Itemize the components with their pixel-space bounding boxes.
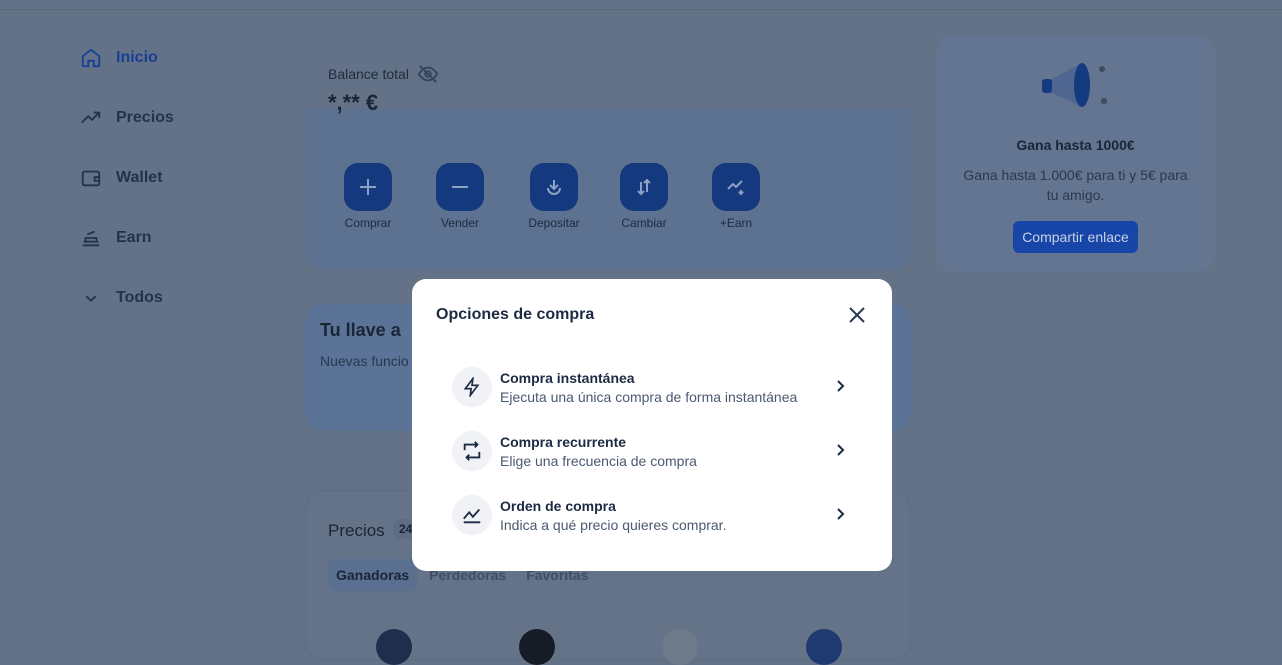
coin-icon — [806, 629, 842, 665]
chevron-down-icon — [85, 295, 97, 303]
action-label: Depositar — [528, 216, 580, 230]
option-desc: Ejecuta una única compra de forma instan… — [500, 388, 798, 405]
sidebar-item-precios[interactable]: Precios — [80, 104, 174, 132]
home-icon — [81, 48, 101, 68]
repeat-icon — [463, 441, 481, 461]
referral-title: Gana hasta 1000€ — [1016, 137, 1135, 153]
referral-text: Gana hasta 1.000€ para ti y 5€ para tu a… — [963, 167, 1188, 203]
earn-plus-icon — [727, 180, 744, 195]
option-title: Compra recurrente — [500, 433, 627, 450]
coin-icon — [519, 629, 555, 665]
option-recurring-buy[interactable]: Compra recurrente Elige una frecuencia de… — [452, 429, 852, 473]
chevron-right-icon — [837, 444, 845, 456]
coin-icon — [662, 629, 698, 665]
referral-card: Gana hasta 1000€ Gana hasta 1.000€ para … — [936, 35, 1215, 272]
action-label: Cambiar — [621, 216, 667, 230]
sidebar-item-label: Inicio — [116, 49, 158, 66]
swap-button[interactable]: Cambiar — [614, 163, 674, 230]
sidebar-item-earn[interactable]: Earn — [80, 224, 174, 252]
megaphone-illustration — [1042, 63, 1107, 107]
chevron-right-icon — [837, 380, 845, 392]
sidebar: Inicio Precios Wallet Earn Todos — [80, 44, 174, 344]
swap-icon — [637, 178, 651, 196]
option-limit-order[interactable]: Orden de compra Indica a qué precio quier… — [452, 493, 852, 537]
earn-icon — [82, 230, 100, 247]
option-title: Orden de compra — [500, 497, 616, 514]
option-desc: Indica a qué precio quieres comprar. — [500, 516, 727, 533]
banner-title: Tu llave a — [320, 320, 401, 340]
balance-label: Balance total — [328, 66, 409, 82]
lightning-icon — [463, 377, 480, 397]
limit-order-icon — [463, 508, 481, 524]
earn-button[interactable]: +Earn — [706, 163, 766, 230]
deposit-icon — [547, 180, 561, 195]
sidebar-item-inicio[interactable]: Inicio — [80, 44, 174, 72]
wallet-icon — [81, 170, 101, 187]
prices-title: Precios — [328, 521, 385, 540]
trending-up-icon — [81, 111, 101, 124]
option-title: Compra instantánea — [500, 369, 635, 386]
action-label: +Earn — [719, 216, 753, 230]
action-label: Comprar — [344, 216, 392, 230]
deposit-button[interactable]: Depositar — [524, 163, 584, 230]
share-link-button[interactable]: Compartir enlace — [1013, 221, 1138, 253]
option-instant-buy[interactable]: Compra instantánea Ejecuta una única comp… — [452, 365, 852, 409]
banner-text: Nuevas funcio — [320, 353, 409, 369]
sidebar-item-label: Precios — [116, 109, 174, 126]
buy-button[interactable]: Comprar — [338, 163, 398, 230]
buy-options-modal: Opciones de compra Compra instantánea Eje… — [412, 279, 892, 571]
balance-card: Balance total *,** € Comprar Vender Depo… — [305, 40, 911, 270]
sidebar-item-wallet[interactable]: Wallet — [80, 164, 174, 192]
coin-icon — [376, 629, 412, 665]
plus-icon — [360, 179, 376, 195]
sidebar-item-todos[interactable]: Todos — [80, 284, 174, 312]
close-icon[interactable] — [848, 306, 866, 324]
tab-ganadoras[interactable]: Ganadoras — [328, 559, 418, 591]
chevron-right-icon — [837, 508, 845, 520]
header-divider — [0, 9, 1282, 10]
sell-button[interactable]: Vender — [430, 163, 490, 230]
sidebar-item-label: Wallet — [116, 169, 163, 186]
action-label: Vender — [440, 216, 480, 230]
option-desc: Elige una frecuencia de compra — [500, 452, 697, 469]
balance-value: *,** € — [328, 90, 379, 115]
eye-off-icon[interactable] — [417, 63, 439, 85]
modal-title: Opciones de compra — [436, 306, 595, 323]
sidebar-item-label: Earn — [116, 229, 152, 246]
sidebar-item-label: Todos — [116, 289, 163, 306]
minus-icon — [452, 186, 468, 188]
